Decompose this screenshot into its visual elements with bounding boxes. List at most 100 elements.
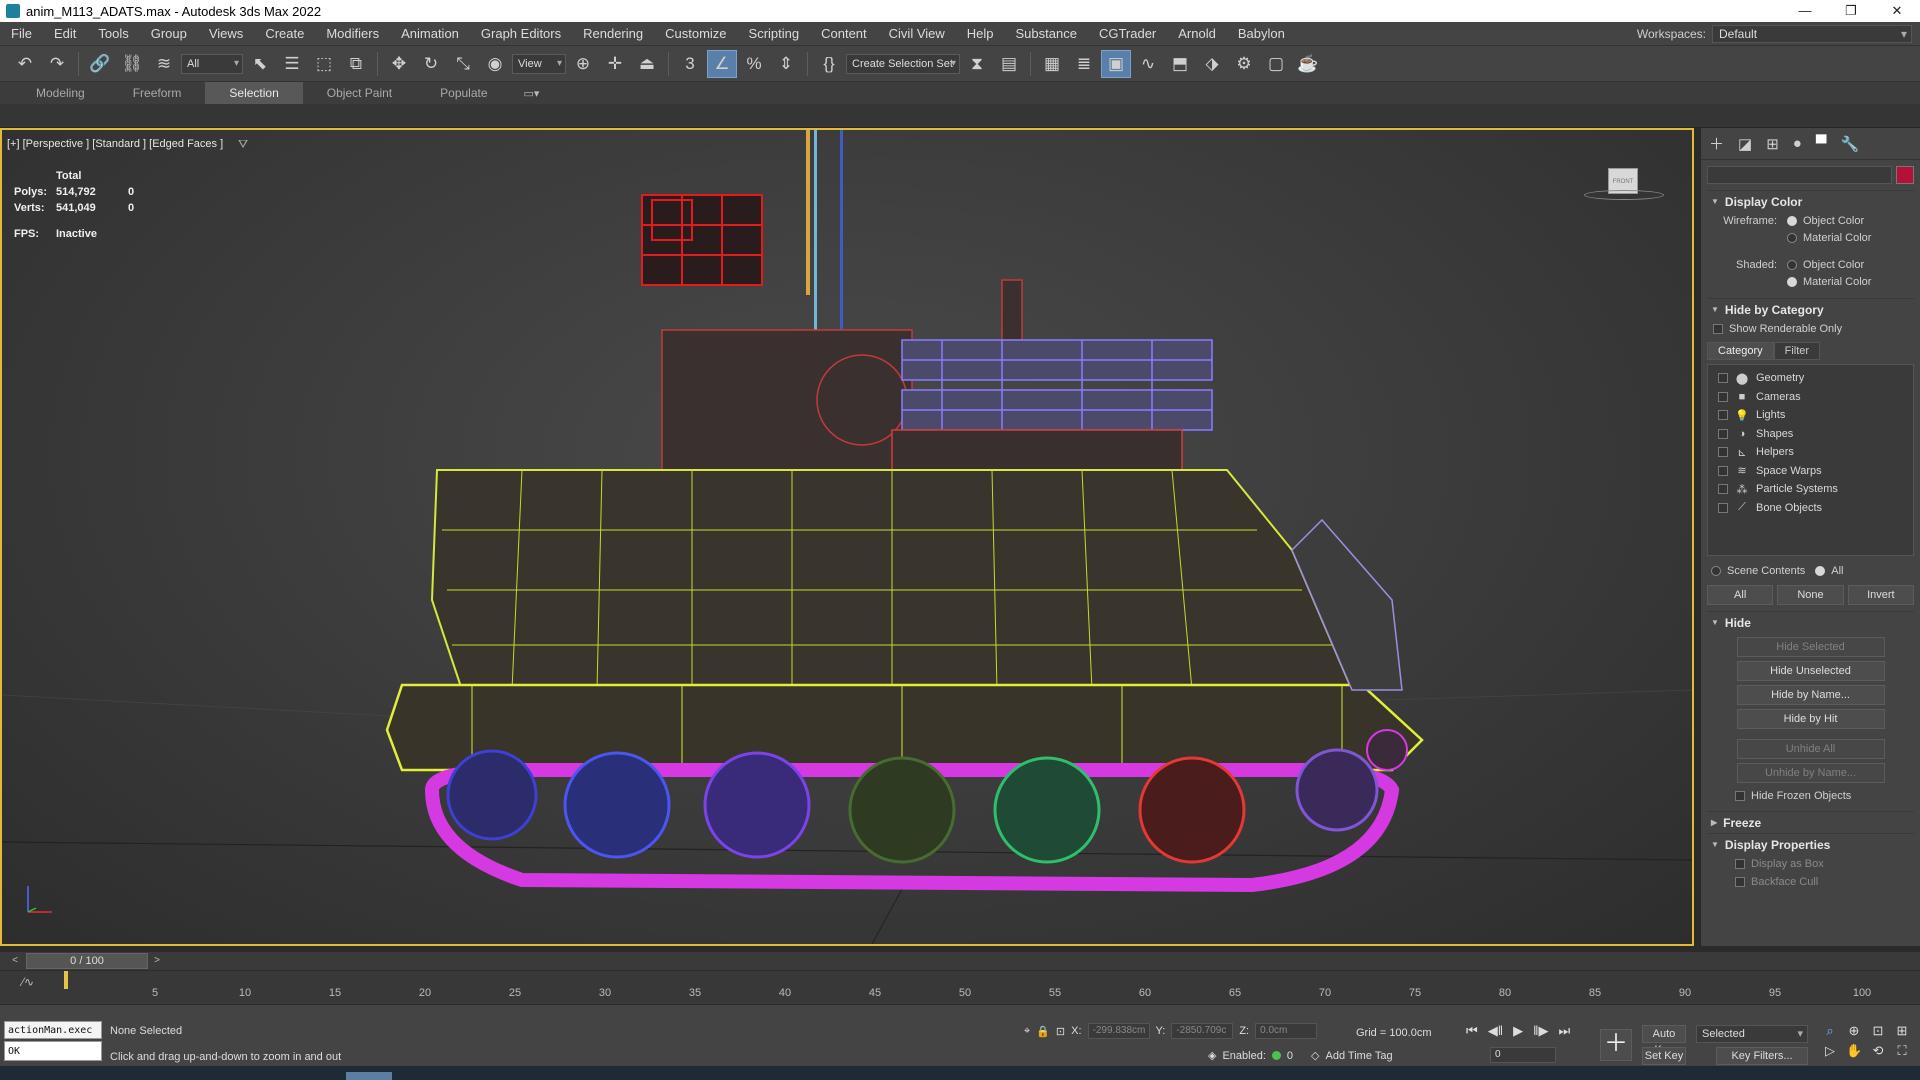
category-checkbox[interactable] [1718, 465, 1728, 476]
list-item[interactable]: ⊾ Helpers [1708, 443, 1913, 462]
all-radio[interactable] [1815, 565, 1826, 576]
hide-header[interactable]: ▼ Hide [1707, 611, 1914, 633]
pivot-center-icon[interactable]: ⊕ [568, 50, 598, 78]
hide-unselected-button[interactable]: Hide Unselected [1736, 661, 1885, 681]
z-coordinate-field[interactable]: 0.0cm [1255, 1023, 1318, 1039]
zoom-extents-icon[interactable]: ⊡ [1870, 1023, 1886, 1039]
object-name-field[interactable] [1707, 166, 1893, 184]
set-key-button[interactable]: Set Key [1642, 1047, 1686, 1065]
zoom-extents-all-icon[interactable]: ⊞ [1894, 1023, 1910, 1039]
keyboard-shortcut-icon[interactable]: ⏏ [632, 50, 662, 78]
spinner-snap-icon[interactable]: ⇕ [771, 50, 801, 78]
percent-snap-icon[interactable]: % [739, 50, 769, 78]
material-editor-icon[interactable]: ⬗ [1197, 50, 1227, 78]
category-checkbox[interactable] [1718, 428, 1728, 439]
snaps-toggle-icon[interactable]: 3 [675, 50, 705, 78]
category-checkbox[interactable] [1718, 502, 1728, 513]
time-tag-icon[interactable]: ◇ [1311, 1049, 1319, 1062]
menu-cgtrader[interactable]: CGTrader [1088, 22, 1167, 46]
enabled-status-icon[interactable] [1271, 1051, 1281, 1060]
orbit-icon[interactable]: ⟲ [1870, 1043, 1886, 1059]
hide-by-category-header[interactable]: ▼ Hide by Category [1707, 298, 1914, 320]
ribbon-options-icon[interactable]: ▭▾ [524, 87, 540, 100]
ribbon-toggle-icon[interactable]: ▣ [1101, 49, 1131, 78]
unlink-icon[interactable]: ⛓ [117, 50, 147, 78]
absolute-mode-icon[interactable]: ⊡ [1056, 1025, 1065, 1038]
list-item[interactable]: ≋ Space Warps [1708, 462, 1913, 481]
list-item[interactable]: ■ Cameras [1708, 388, 1913, 407]
display-tab-icon[interactable]: ▀ [1816, 135, 1827, 152]
category-checkbox[interactable] [1718, 484, 1728, 495]
list-item[interactable]: ⟋ Bone Objects [1708, 499, 1913, 518]
menu-arnold[interactable]: Arnold [1167, 22, 1227, 46]
workspace-dropdown[interactable]: Default [1712, 25, 1912, 43]
mini-curve-editor-icon[interactable]: ⁄∿ [22, 975, 34, 989]
perspective-viewport[interactable]: [+] [Perspective ] [Standard ] [Edged Fa… [0, 128, 1694, 946]
menu-views[interactable]: Views [198, 22, 254, 46]
unhide-by-name-button[interactable]: Unhide by Name... [1736, 763, 1885, 783]
maxscript-input[interactable]: OK [4, 1041, 102, 1061]
isolate-icon[interactable]: ⌖ [1024, 1025, 1030, 1038]
hide-by-name-button[interactable]: Hide by Name... [1736, 685, 1885, 705]
category-checkbox[interactable] [1718, 373, 1728, 384]
field-of-view-icon[interactable]: ▷ [1822, 1043, 1838, 1059]
schematic-view-icon[interactable]: ⬒ [1165, 50, 1195, 78]
hide-selected-button[interactable]: Hide Selected [1736, 637, 1885, 657]
auto-key-button[interactable]: Auto Key [1642, 1025, 1686, 1056]
curve-editor-icon[interactable]: ∿ [1133, 50, 1163, 78]
select-all-button[interactable]: All [1707, 585, 1774, 605]
layer-explorer-icon[interactable]: ≣ [1069, 50, 1099, 78]
set-keys-icon[interactable]: ＋ [1600, 1029, 1632, 1061]
menu-modifiers[interactable]: Modifiers [315, 22, 390, 46]
shaded-object-color-radio[interactable] [1787, 259, 1797, 270]
scale-icon[interactable]: ⤡ [448, 50, 478, 78]
time-cursor[interactable] [64, 971, 68, 989]
tab-object-paint[interactable]: Object Paint [303, 82, 416, 104]
menu-group[interactable]: Group [140, 22, 198, 46]
scene-contents-radio[interactable] [1711, 565, 1721, 576]
menu-tools[interactable]: Tools [87, 22, 139, 46]
y-coordinate-field[interactable]: -2850.709c [1171, 1023, 1234, 1039]
go-to-start-icon[interactable]: ⏮ [1466, 1023, 1478, 1039]
key-filters-button[interactable]: Key Filters... [1716, 1047, 1808, 1065]
rect-selection-icon[interactable]: ⬚ [309, 50, 339, 78]
redo-icon[interactable]: ↷ [42, 50, 72, 78]
maxscript-output[interactable]: actionMan.exec [4, 1021, 102, 1039]
track-bar[interactable]: ⁄∿ 5 10 15 20 25 30 35 40 45 50 55 60 65… [0, 970, 1920, 1004]
align-icon[interactable]: ▤ [994, 50, 1024, 78]
rotate-icon[interactable]: ↻ [416, 50, 446, 78]
bind-space-warp-icon[interactable]: ≋ [149, 50, 179, 78]
display-as-box-checkbox[interactable] [1735, 859, 1745, 869]
zoom-icon[interactable]: ⌕ [1822, 1023, 1838, 1039]
menu-create[interactable]: Create [254, 22, 315, 46]
tab-modeling[interactable]: Modeling [12, 82, 109, 104]
prev-frame-arrow-icon[interactable]: < [8, 953, 22, 969]
maximize-viewport-icon[interactable]: ⛶ [1894, 1043, 1910, 1059]
play-icon[interactable]: ▶ [1513, 1023, 1523, 1039]
unhide-all-button[interactable]: Unhide All [1736, 739, 1885, 759]
utilities-tab-icon[interactable]: 🔧 [1840, 135, 1859, 153]
edit-named-sets-icon[interactable]: {} [814, 50, 844, 78]
previous-frame-icon[interactable]: ◀‖ [1488, 1023, 1503, 1039]
display-properties-header[interactable]: ▼ Display Properties [1707, 833, 1914, 855]
move-icon[interactable]: ✥ [384, 50, 414, 78]
key-selection-dropdown[interactable]: Selected [1696, 1025, 1808, 1043]
pan-icon[interactable]: ✋ [1846, 1043, 1862, 1059]
go-to-end-icon[interactable]: ⏭ [1558, 1023, 1570, 1039]
select-by-name-icon[interactable]: ☰ [277, 50, 307, 78]
modify-tab-icon[interactable]: ◪ [1738, 135, 1752, 153]
minimize-button[interactable]: — [1782, 0, 1828, 22]
zoom-all-icon[interactable]: ⊕ [1846, 1023, 1862, 1039]
wireframe-object-color-radio[interactable] [1787, 215, 1797, 226]
create-tab-icon[interactable]: ＋ [1709, 133, 1724, 154]
select-object-icon[interactable]: ⬉ [245, 50, 275, 78]
time-slider[interactable]: < 0 / 100 > [0, 952, 1920, 970]
viewport-label[interactable]: [+] [Perspective ] [Standard ] [Edged Fa… [7, 138, 223, 150]
x-coordinate-field[interactable]: -299.838cm [1087, 1023, 1150, 1039]
place-icon[interactable]: ◉ [480, 50, 510, 78]
link-icon[interactable]: 🔗 [85, 50, 115, 78]
menu-edit[interactable]: Edit [43, 22, 87, 46]
display-color-header[interactable]: ▼ Display Color [1707, 190, 1914, 212]
object-color-swatch[interactable] [1896, 166, 1914, 184]
menu-file[interactable]: File [0, 22, 43, 46]
